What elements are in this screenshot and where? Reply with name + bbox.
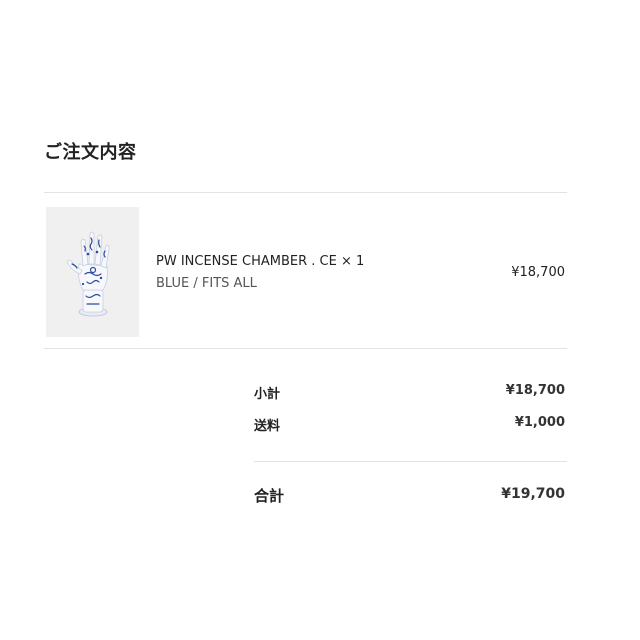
porcelain-hand-icon: [66, 231, 109, 317]
shipping-label: 送料: [254, 419, 281, 434]
product-price: ¥18,700: [511, 265, 565, 280]
divider-summary: [254, 461, 567, 462]
total-label: 合計: [254, 487, 285, 505]
total-value: ¥19,700: [501, 486, 565, 502]
order-contents-title: ご注文内容: [44, 142, 137, 163]
subtotal-value: ¥18,700: [505, 383, 565, 398]
order-summary-page: ご注文内容 PW INCENSE CHAMBER . CE × 1 BLUE /…: [0, 0, 640, 640]
subtotal-label: 小計: [254, 387, 281, 402]
divider-middle: [44, 348, 567, 349]
product-variant: BLUE / FITS ALL: [156, 276, 257, 291]
divider-top: [44, 192, 567, 193]
product-thumbnail: [46, 207, 139, 337]
product-name: PW INCENSE CHAMBER . CE × 1: [156, 254, 365, 269]
shipping-value: ¥1,000: [514, 415, 565, 430]
